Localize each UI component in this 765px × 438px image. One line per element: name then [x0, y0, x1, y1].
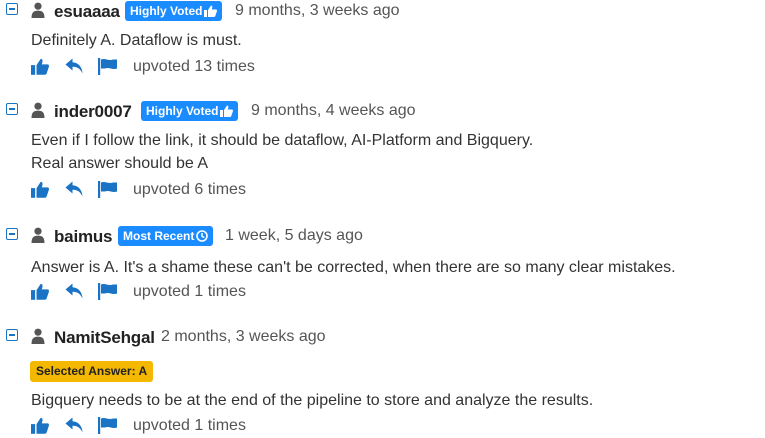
- reply-arrow-icon: [65, 181, 83, 197]
- flag-icon: [98, 417, 117, 434]
- user-icon: [31, 2, 45, 18]
- report-flag-button[interactable]: [98, 181, 118, 198]
- comment-line: Real answer should be A: [31, 155, 208, 172]
- report-flag-button[interactable]: [98, 58, 118, 75]
- highly-voted-badge: Highly Voted: [141, 101, 239, 121]
- report-flag-button[interactable]: [98, 283, 118, 300]
- selected-answer-badge: Selected Answer: A: [30, 361, 154, 382]
- upvote-button[interactable]: [31, 181, 49, 198]
- comment: esuaaaa Highly Voted 9 months, 3 weeks a…: [0, 1, 765, 75]
- collapse-toggle-icon[interactable]: [6, 103, 18, 115]
- timestamp: 2 months, 3 weeks ago: [161, 328, 326, 345]
- badge-label: Highly Voted: [146, 104, 219, 118]
- thumbs-up-icon: [31, 417, 49, 434]
- comment-body: Definitely A. Dataflow is must.: [31, 29, 242, 52]
- username[interactable]: esuaaaa: [54, 2, 120, 22]
- collapse-toggle-icon[interactable]: [6, 3, 18, 15]
- comment-line: Answer is A. It's a shame these can't be…: [31, 259, 676, 276]
- most-recent-badge: Most Recent: [118, 226, 214, 246]
- collapse-toggle-icon[interactable]: [6, 329, 18, 341]
- comment-line: Bigquery needs to be at the end of the p…: [31, 392, 594, 409]
- comment-body: Even if I follow the link, it should be …: [31, 129, 533, 175]
- username[interactable]: baimus: [54, 227, 113, 247]
- upvote-count: upvoted 13 times: [133, 58, 255, 75]
- flag-icon: [98, 283, 117, 300]
- reply-button[interactable]: [65, 58, 84, 74]
- upvote-button[interactable]: [31, 283, 49, 300]
- username[interactable]: inder0007: [54, 102, 132, 122]
- upvote-button[interactable]: [31, 417, 49, 434]
- upvote-count: upvoted 1 times: [133, 283, 246, 300]
- badge-label: Most Recent: [123, 229, 195, 243]
- comment-line: Definitely A. Dataflow is must.: [31, 32, 242, 49]
- username[interactable]: NamitSehgal: [54, 328, 155, 348]
- comment-body: Answer is A. It's a shame these can't be…: [31, 256, 676, 279]
- flag-icon: [98, 181, 117, 198]
- user-icon: [31, 328, 45, 344]
- clock-icon: [196, 230, 209, 242]
- comment-body: Bigquery needs to be at the end of the p…: [31, 389, 593, 412]
- user-icon: [31, 102, 45, 118]
- reply-arrow-icon: [65, 417, 83, 433]
- thumbs-up-icon: [220, 105, 234, 117]
- reply-button[interactable]: [65, 417, 84, 433]
- highly-voted-badge: Highly Voted: [125, 1, 223, 21]
- thumbs-up-icon: [31, 58, 49, 75]
- badge-label: Highly Voted: [130, 4, 203, 18]
- collapse-toggle-icon[interactable]: [6, 228, 18, 240]
- thumbs-up-icon: [204, 5, 218, 17]
- timestamp: 9 months, 3 weeks ago: [235, 2, 400, 19]
- flag-icon: [98, 58, 117, 75]
- timestamp: 9 months, 4 weeks ago: [251, 102, 416, 119]
- timestamp: 1 week, 5 days ago: [225, 227, 363, 244]
- thumbs-up-icon: [31, 181, 49, 198]
- reply-button[interactable]: [65, 181, 84, 197]
- user-icon: [31, 227, 45, 243]
- reply-arrow-icon: [65, 283, 83, 299]
- reply-button[interactable]: [65, 283, 84, 299]
- upvote-button[interactable]: [31, 58, 49, 75]
- upvote-count: upvoted 6 times: [133, 181, 246, 198]
- reply-arrow-icon: [65, 58, 83, 74]
- comment-line: Even if I follow the link, it should be …: [31, 132, 534, 149]
- report-flag-button[interactable]: [98, 417, 118, 434]
- thumbs-up-icon: [31, 283, 49, 300]
- upvote-count: upvoted 1 times: [133, 417, 246, 434]
- comment: baimus Most Recent 1 week, 5 days ago An…: [0, 226, 765, 300]
- comment: NamitSehgal 2 months, 3 weeks ago Select…: [0, 327, 765, 434]
- comment: inder0007 Highly Voted 9 months, 4 weeks…: [0, 101, 765, 198]
